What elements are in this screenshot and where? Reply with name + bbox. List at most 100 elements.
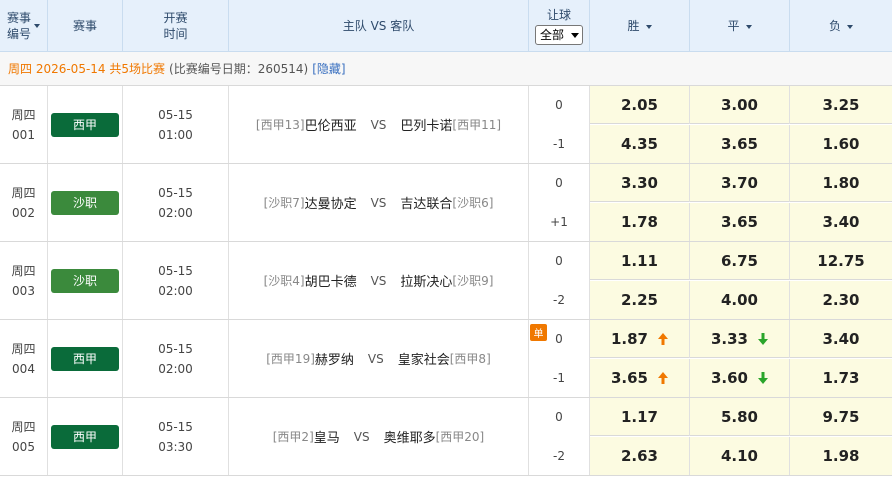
odds-value: 1.78 — [620, 213, 658, 231]
kickoff-clock: 01:00 — [158, 127, 193, 142]
header-handicap-label: 让球 — [546, 8, 571, 22]
odds-lose[interactable]: 1.73 — [790, 359, 892, 397]
odds-lose[interactable]: 2.30 — [790, 281, 892, 319]
header-match-label: 主队 VS 客队 — [342, 19, 415, 33]
odds-win[interactable]: 4.35 — [590, 125, 690, 163]
odds-draw[interactable]: 3.33 — [690, 320, 790, 358]
match-row: 周四 003 沙职 05-15 02:00 [沙职4] 胡巴卡德 VS 拉斯决心… — [0, 242, 892, 320]
handicap-filter-select[interactable]: 全部 — [535, 25, 583, 45]
odds-value: 2.30 — [822, 291, 860, 309]
home-team[interactable]: 胡巴卡德 — [305, 271, 357, 290]
league-cell: 沙职 — [48, 242, 123, 319]
kickoff-clock: 03:30 — [158, 439, 193, 454]
kickoff-clock: 02:00 — [158, 361, 193, 376]
chevron-down-icon — [34, 24, 40, 28]
handicap-cell: 0 -1 — [529, 86, 590, 163]
odds-row-handicap: 1.78 3.65 3.40 — [590, 203, 892, 241]
header-match-no[interactable]: 赛事 编号 — [0, 0, 48, 52]
match-number: 周四 001 — [0, 86, 48, 163]
odds-row-standard: 1.17 5.80 9.75 — [590, 398, 892, 436]
odds-draw[interactable]: 3.60 — [690, 359, 790, 397]
league-cell: 西甲 — [48, 398, 123, 475]
odds-value: 1.17 — [620, 408, 658, 426]
home-rank: [西甲19] — [266, 352, 315, 366]
league-cell: 沙职 — [48, 164, 123, 241]
header-win[interactable]: 胜 — [590, 0, 690, 52]
away-team[interactable]: 奥维耶多 — [384, 427, 436, 446]
odds-value: 12.75 — [817, 252, 865, 270]
hide-link[interactable]: [隐藏] — [312, 60, 345, 77]
home-team[interactable]: 达曼协定 — [305, 193, 357, 212]
odds-lose[interactable]: 3.40 — [790, 320, 892, 358]
league-badge[interactable]: 西甲 — [51, 112, 119, 137]
away-rank: [西甲20] — [435, 430, 485, 444]
header-lose[interactable]: 负 — [790, 0, 892, 52]
odds-value: 9.75 — [822, 408, 860, 426]
odds-lose[interactable]: 1.98 — [790, 437, 892, 475]
league-badge[interactable]: 西甲 — [51, 346, 119, 371]
league-badge[interactable]: 沙职 — [51, 268, 119, 293]
odds-win[interactable]: 1.17 — [590, 398, 690, 436]
odds-draw[interactable]: 4.10 — [690, 437, 790, 475]
header-lose-label: 负 — [828, 19, 841, 33]
odds-lose[interactable]: 9.75 — [790, 398, 892, 436]
odds-value: 4.00 — [720, 291, 758, 309]
odds-value: 4.35 — [620, 135, 658, 153]
odds-win[interactable]: 1.11 — [590, 242, 690, 280]
handicap-bottom: +1 — [550, 214, 568, 229]
odds-value: 3.40 — [822, 330, 860, 348]
odds-draw[interactable]: 5.80 — [690, 398, 790, 436]
odds-value: 5.80 — [720, 408, 758, 426]
home-team[interactable]: 皇马 — [314, 427, 340, 446]
date-summary: 周四 2026-05-14 共5场比赛 — [8, 62, 166, 76]
odds-lose[interactable]: 12.75 — [790, 242, 892, 280]
league-badge[interactable]: 沙职 — [51, 190, 119, 215]
chevron-down-icon — [571, 32, 579, 38]
odds-win[interactable]: 2.05 — [590, 86, 690, 124]
home-team[interactable]: 巴伦西亚 — [305, 115, 357, 134]
odds-win[interactable]: 3.30 — [590, 164, 690, 202]
odds-draw[interactable]: 6.75 — [690, 242, 790, 280]
odds-win[interactable]: 1.78 — [590, 203, 690, 241]
vs-label: VS — [370, 273, 387, 288]
match-day: 周四 — [11, 107, 36, 122]
away-team[interactable]: 巴列卡诺 — [400, 115, 452, 134]
odds-lose[interactable]: 1.60 — [790, 125, 892, 163]
header-time-line1: 开赛 — [163, 11, 188, 25]
vs-label: VS — [353, 429, 370, 444]
handicap-cell: 0 -2 — [529, 242, 590, 319]
table-header: 赛事 编号 赛事 开赛 时间 主队 VS 客队 让球 全部 胜 平 负 — [0, 0, 892, 52]
odds-draw[interactable]: 4.00 — [690, 281, 790, 319]
handicap-top: 0 — [555, 254, 563, 269]
odds-value: 3.33 — [710, 330, 748, 348]
odds-draw[interactable]: 3.70 — [690, 164, 790, 202]
odds-block: 1.11 6.75 12.75 2.25 4.00 2.30 — [590, 242, 892, 319]
odds-draw[interactable]: 3.65 — [690, 125, 790, 163]
header-draw[interactable]: 平 — [690, 0, 790, 52]
odds-row-handicap: 3.65 3.60 1.73 — [590, 359, 892, 397]
arrow-up-icon — [658, 333, 668, 345]
handicap-top: 0 — [555, 410, 563, 425]
odds-win[interactable]: 1.87 — [590, 320, 690, 358]
match-num: 005 — [12, 439, 35, 454]
home-rank: [沙职4] — [263, 274, 305, 288]
league-badge[interactable]: 西甲 — [51, 424, 119, 449]
odds-draw[interactable]: 3.65 — [690, 203, 790, 241]
odds-lose[interactable]: 1.80 — [790, 164, 892, 202]
odds-draw[interactable]: 3.00 — [690, 86, 790, 124]
odds-value: 2.05 — [620, 96, 658, 114]
home-team[interactable]: 赫罗纳 — [315, 349, 354, 368]
away-team[interactable]: 吉达联合 — [400, 193, 452, 212]
vs-label: VS — [370, 117, 387, 132]
away-team[interactable]: 拉斯决心 — [400, 271, 452, 290]
odds-lose[interactable]: 3.25 — [790, 86, 892, 124]
odds-win[interactable]: 3.65 — [590, 359, 690, 397]
header-league-label: 赛事 — [72, 19, 97, 33]
odds-lose[interactable]: 3.40 — [790, 203, 892, 241]
odds-win[interactable]: 2.25 — [590, 281, 690, 319]
odds-win[interactable]: 2.63 — [590, 437, 690, 475]
odds-block: 1.17 5.80 9.75 2.63 4.10 1.98 — [590, 398, 892, 475]
kickoff-date: 05-15 — [158, 263, 193, 278]
match-day: 周四 — [11, 263, 36, 278]
away-team[interactable]: 皇家社会 — [398, 349, 450, 368]
